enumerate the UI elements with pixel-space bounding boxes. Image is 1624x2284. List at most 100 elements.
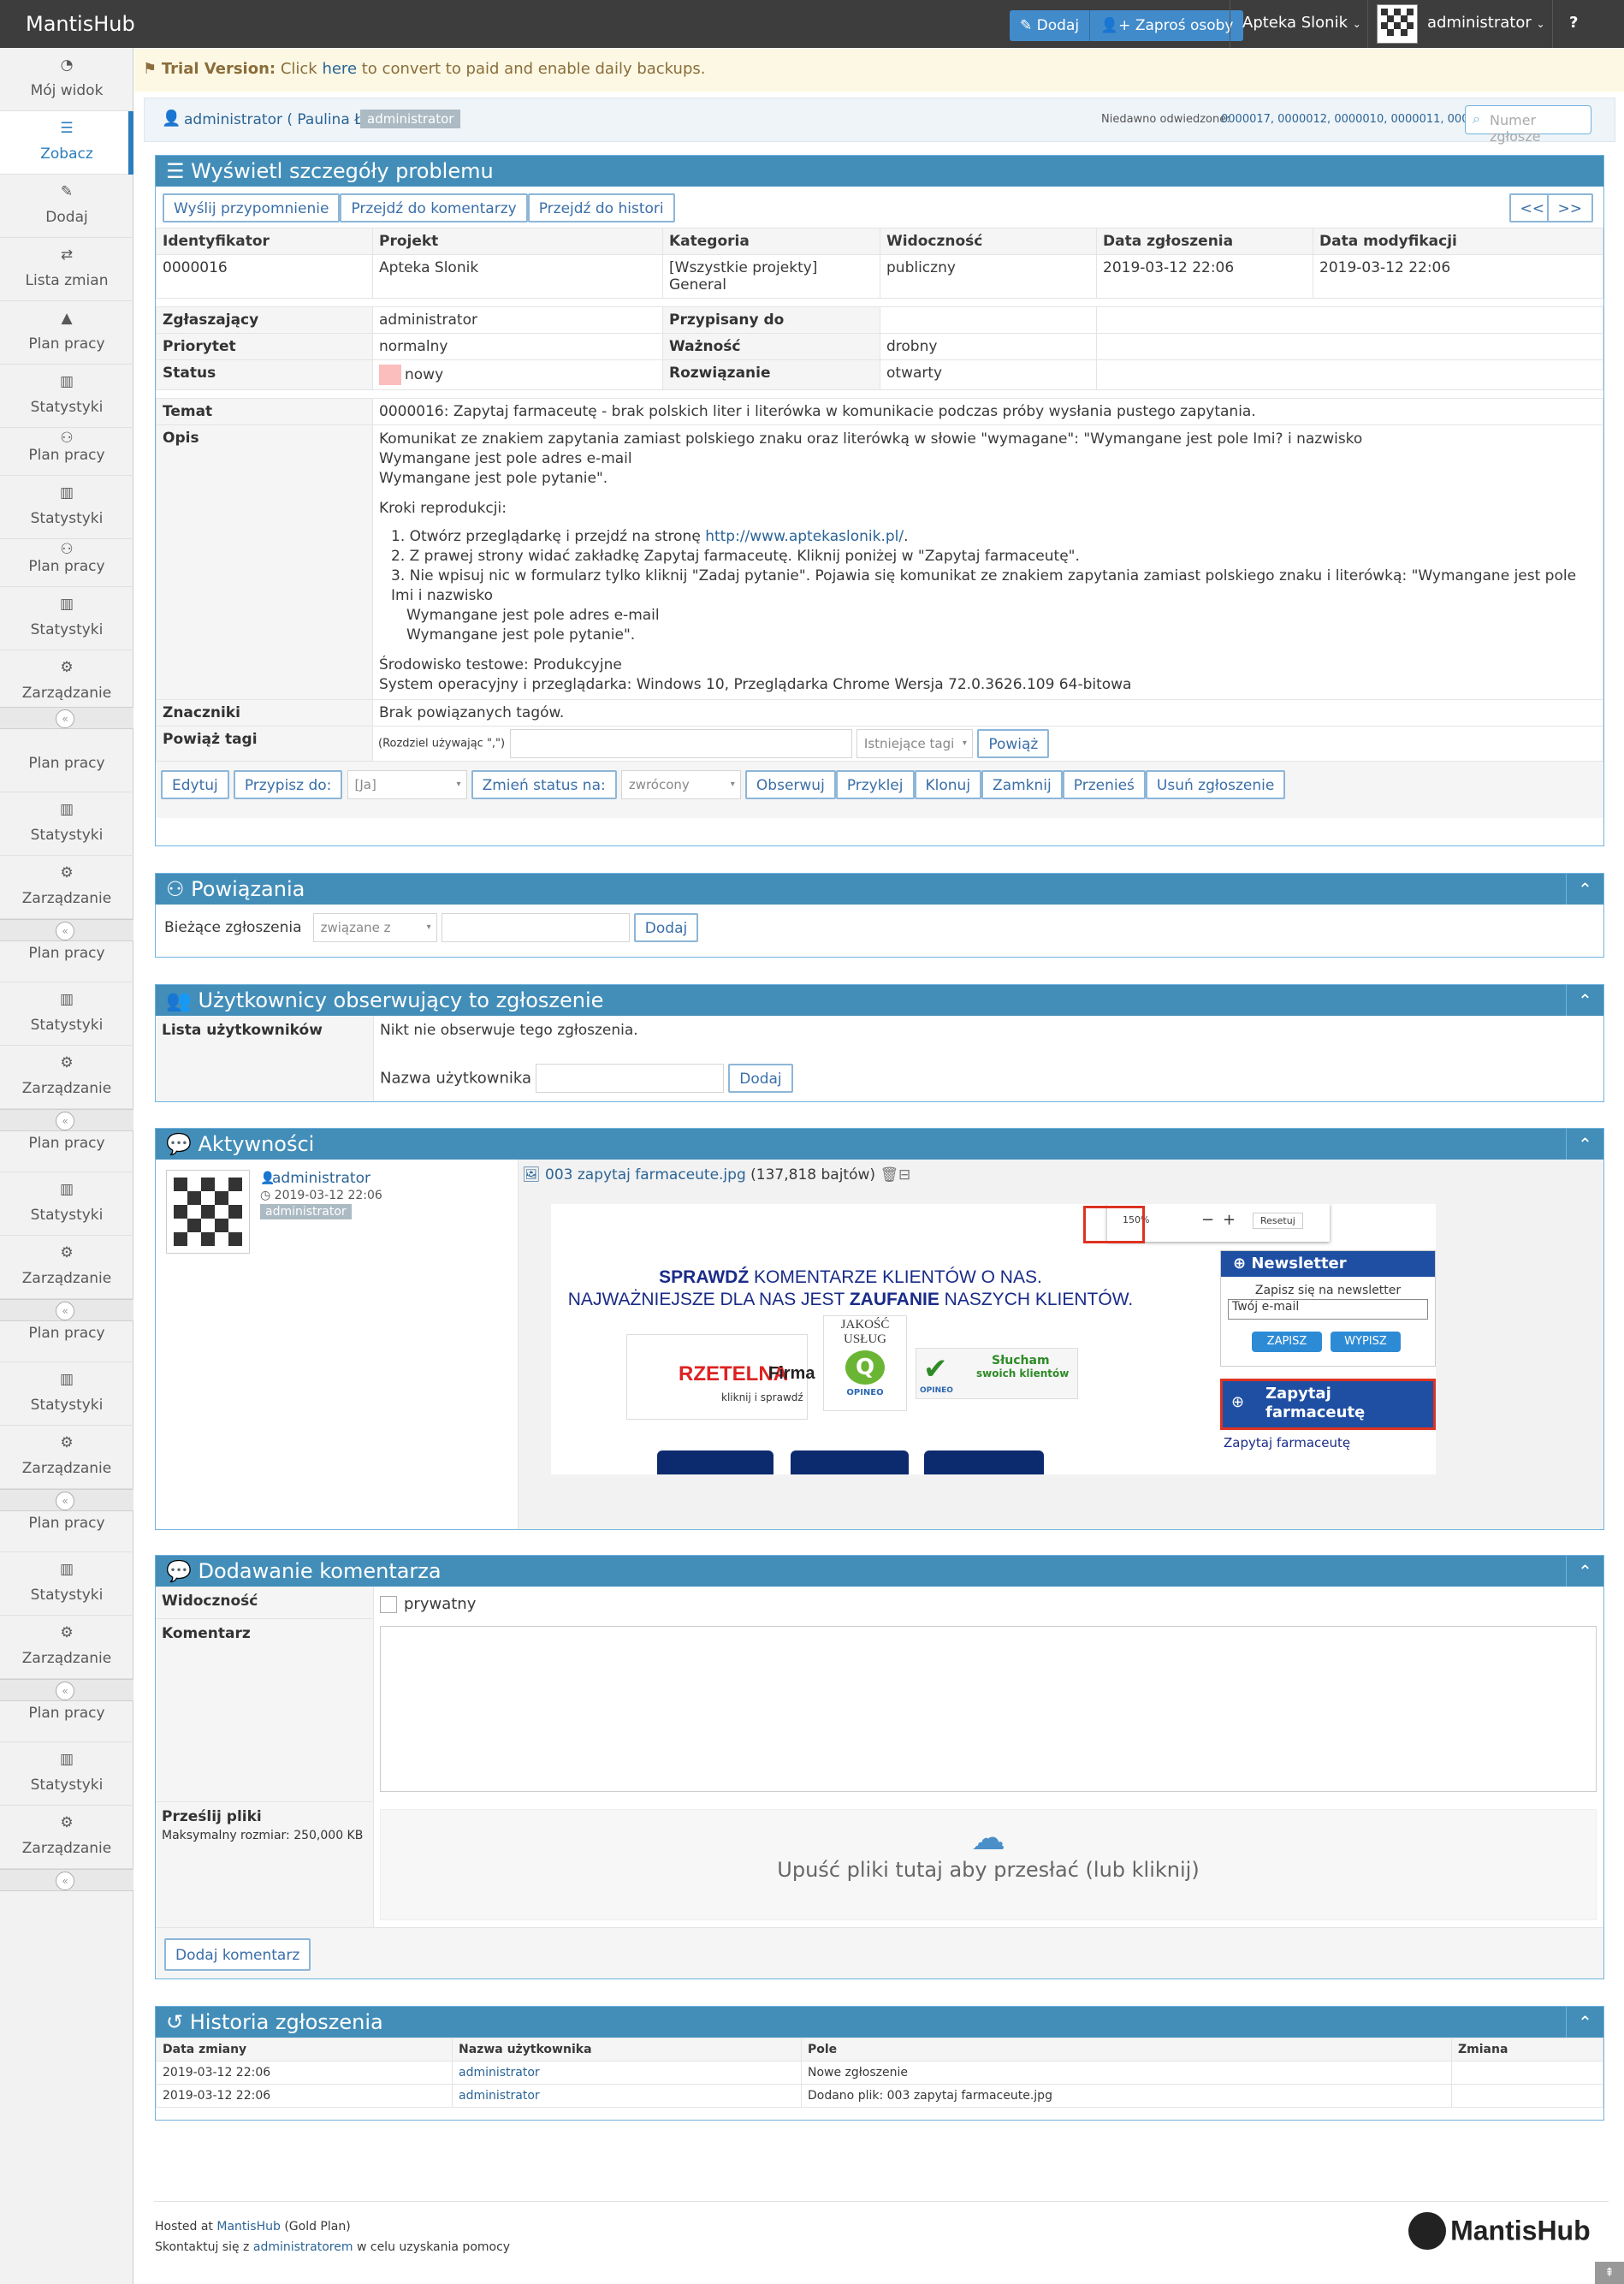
send-reminder-button[interactable]: Wyślij przypomnienie (163, 193, 341, 222)
monitor-button[interactable]: Obserwuj (744, 770, 836, 799)
report-issue-button[interactable]: ✎ Dodaj (1010, 10, 1090, 41)
sidebar-item-roadmap[interactable]: ⚇Plan pracy (0, 539, 133, 587)
file-dropzone[interactable]: ☁ Upuść pliki tutaj aby przesłać (lub kl… (380, 1809, 1597, 1920)
history-user-link[interactable]: administrator (459, 2089, 540, 2103)
username-label: Nazwa użytkownika (380, 1069, 532, 1088)
bar-chart-icon: ▥ (59, 1371, 74, 1388)
sidebar-collapse-toggle[interactable]: « (0, 1869, 133, 1891)
sidebar-item-roadmap[interactable]: ▲ Plan pracy (0, 301, 133, 365)
collapse-chevron-icon[interactable]: ⌃ (1566, 1556, 1603, 1587)
avatar[interactable] (1377, 4, 1418, 44)
comment-textarea[interactable] (380, 1626, 1597, 1792)
sidebar-item-roadmap[interactable]: ⚇Plan pracy (0, 1325, 133, 1362)
relation-type-select[interactable]: związane z ▾ (312, 913, 437, 942)
sidebar-item-manage[interactable]: ⚙ Zarządzanie (0, 1236, 133, 1299)
sidebar-item-summary[interactable]: ▥ Statystyki (0, 476, 133, 539)
scroll-top-button[interactable]: ⇞ (1595, 2262, 1624, 2284)
history-user-link[interactable]: administrator (459, 2066, 540, 2079)
sidebar-collapse-toggle[interactable]: « (0, 1489, 133, 1511)
status-select[interactable]: zwrócony ▾ (620, 770, 741, 799)
sidebar-item-roadmap[interactable]: ⚇Plan pracy (0, 428, 133, 476)
tag-attach-form: (Rozdziel używając ",") Istniejące tagi ▾… (372, 726, 1603, 762)
assign-button[interactable]: Przypisz do: (233, 770, 343, 799)
sidebar-item-roadmap[interactable]: ⚇Plan pracy (0, 1705, 133, 1742)
sidebar-item-my-view[interactable]: ◔ Mój widok (0, 48, 133, 111)
issue-search-input[interactable]: Numer zgłosze (1490, 112, 1591, 145)
brand-logo[interactable]: MantisHub (26, 12, 135, 36)
attachment-preview-image[interactable]: 150% − + Resetuj SPRAWDŹ KOMENTARZE KLIE… (551, 1204, 1436, 1474)
sidebar-item-summary[interactable]: ▥ Statystyki (0, 982, 133, 1046)
sidebar-item-manage[interactable]: ⚙ Zarządzanie (0, 1046, 133, 1109)
invite-users-button[interactable]: 👤+ Zaproś osoby (1089, 10, 1244, 41)
jump-to-history-button[interactable]: Przejdź do histori (527, 193, 675, 222)
sidebar-collapse-toggle[interactable]: « (0, 1109, 133, 1131)
footer-logo[interactable]: MantisHub (1408, 2212, 1591, 2251)
note-author-link[interactable]: administrator (272, 1170, 370, 1187)
table-row: Opis Komunikat ze znakiem zapytania zami… (156, 424, 1603, 700)
collapse-chevron-icon[interactable]: ⌃ (1566, 1129, 1603, 1160)
steps-url-link[interactable]: http://www.aptekaslonik.pl/ (705, 528, 904, 545)
gears-icon: ⚙ (60, 1434, 74, 1451)
sidebar-item-manage[interactable]: ⚙ Zarządzanie (0, 1616, 133, 1679)
sidebar-item-summary[interactable]: ▥ Statystyki (0, 1172, 133, 1236)
sidebar-item-roadmap[interactable]: ⚇Plan pracy (0, 945, 133, 982)
mantishub-link[interactable]: MantisHub (216, 2220, 281, 2234)
clone-button[interactable]: Klonuj (914, 770, 982, 799)
sidebar-item-manage[interactable]: ⚙ Zarządzanie (0, 856, 133, 919)
related-issue-input[interactable] (441, 913, 630, 942)
sidebar-item-label: Plan pracy (28, 1325, 105, 1342)
add-comment-button[interactable]: Dodaj komentarz (164, 1938, 311, 1971)
current-user-link[interactable]: administrator ( Paulina Ł ) (184, 111, 373, 128)
project-selector[interactable]: Apteka Slonik ⌄ (1242, 14, 1361, 32)
username-input[interactable] (536, 1064, 725, 1093)
delete-button[interactable]: Usuń zgłoszenie (1145, 770, 1286, 799)
attachment-link[interactable]: 003 zapytaj farmaceute.jpg (545, 1166, 746, 1184)
sidebar-item-view-issues[interactable]: ☰ Zobacz (0, 111, 133, 175)
next-issue-button[interactable]: >> (1546, 193, 1593, 222)
user-menu[interactable]: administrator ⌄ (1427, 14, 1545, 32)
sidebar-item-summary[interactable]: ▥ Statystyki (0, 365, 133, 428)
trash-icon[interactable]: 🗑 (880, 1166, 898, 1184)
minus-square-icon[interactable]: ⊟ (898, 1166, 910, 1184)
sidebar-collapse-toggle[interactable]: « (0, 1299, 133, 1321)
add-monitor-button[interactable]: Dodaj (728, 1064, 793, 1093)
sidebar-collapse-toggle[interactable]: « (0, 1679, 133, 1701)
edit-button[interactable]: Edytuj (161, 770, 229, 799)
trial-convert-link[interactable]: here (322, 60, 357, 78)
assign-select[interactable]: [Ja] ▾ (347, 770, 467, 799)
sidebar-item-summary[interactable]: ▥ Statystyki (0, 587, 133, 650)
collapse-chevron-icon[interactable]: ⌃ (1566, 874, 1603, 905)
issue-search-box[interactable]: ⌕ Numer zgłosze (1465, 105, 1591, 145)
sidebar-item-changelog[interactable]: ⇄ Lista zmian (0, 238, 133, 301)
col-header: Data zgłoszenia (1096, 228, 1313, 255)
sidebar-item-summary[interactable]: ▥ Statystyki (0, 792, 133, 856)
sidebar-item-summary[interactable]: ▥ Statystyki (0, 1362, 133, 1426)
sidebar-item-manage[interactable]: ⚙ Zarządzanie (0, 1806, 133, 1869)
change-status-button[interactable]: Zmień status na: (471, 770, 617, 799)
sidebar-collapse-toggle[interactable]: « (0, 707, 133, 729)
add-relation-button[interactable]: Dodaj (633, 913, 699, 942)
collapse-chevron-icon[interactable]: ⌃ (1566, 2007, 1603, 2038)
sidebar-item-manage[interactable]: ⚙ Zarządzanie (0, 650, 133, 714)
widget-header: 👥 Użytkownicy obserwujący to zgłoszenie ⌃ (156, 985, 1603, 1016)
sidebar-item-manage[interactable]: ⚙ Zarządzanie (0, 1426, 133, 1489)
attach-tag-button[interactable]: Powiąż (977, 729, 1050, 758)
move-button[interactable]: Przenieś (1062, 770, 1146, 799)
admin-contact-link[interactable]: administratorem (253, 2240, 353, 2254)
collapse-chevron-icon[interactable]: ⌃ (1566, 985, 1603, 1016)
tag-input[interactable] (509, 729, 852, 758)
sidebar-item-summary[interactable]: ▥ Statystyki (0, 1742, 133, 1806)
recent-issues-links[interactable]: 0000017, 0000012, 0000010, 0000011, 0000… (1221, 113, 1497, 126)
private-checkbox[interactable] (380, 1596, 397, 1613)
close-button[interactable]: Zamknij (981, 770, 1063, 799)
jump-to-notes-button[interactable]: Przejdź do komentarzy (340, 193, 528, 222)
sidebar-collapse-toggle[interactable]: « (0, 919, 133, 941)
stick-button[interactable]: Przyklej (835, 770, 915, 799)
sidebar-item-roadmap[interactable]: ⚇Plan pracy (0, 755, 133, 792)
existing-tags-select[interactable]: Istniejące tagi ▾ (856, 729, 973, 758)
sidebar-item-roadmap[interactable]: ⚇Plan pracy (0, 1135, 133, 1172)
sidebar-item-roadmap[interactable]: ⚇Plan pracy (0, 1515, 133, 1552)
sidebar-item-report[interactable]: ✎ Dodaj (0, 175, 133, 238)
sidebar-item-summary[interactable]: ▥ Statystyki (0, 1552, 133, 1616)
help-button[interactable]: ? (1569, 14, 1578, 32)
